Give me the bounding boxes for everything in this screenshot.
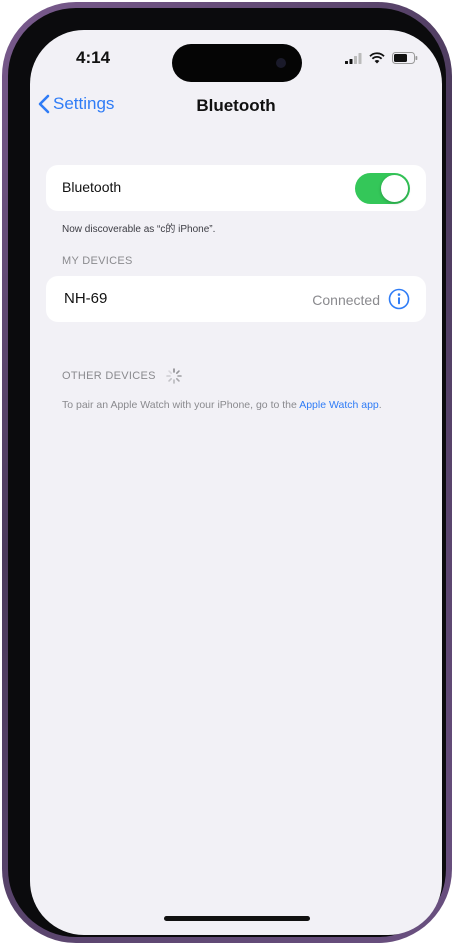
info-icon[interactable]	[388, 288, 410, 310]
bluetooth-label: Bluetooth	[62, 179, 122, 195]
home-indicator[interactable]	[164, 916, 310, 921]
back-button[interactable]: Settings	[38, 94, 114, 114]
my-devices-header: MY DEVICES	[62, 255, 133, 267]
battery-icon	[392, 52, 418, 64]
phone-frame: 4:14 Settings Bluetooth Bluetooth Now di…	[2, 2, 452, 943]
bluetooth-toggle[interactable]	[355, 173, 410, 204]
other-devices-label: OTHER DEVICES	[62, 370, 156, 382]
back-label: Settings	[53, 94, 115, 113]
pair-apple-watch-note: To pair an Apple Watch with your iPhone,…	[62, 398, 412, 412]
device-name: NH-69	[64, 290, 108, 307]
pair-note-period: .	[378, 399, 382, 411]
bluetooth-toggle-row: Bluetooth	[46, 165, 426, 211]
device-row[interactable]: NH-69 Connected	[46, 276, 426, 322]
screen: 4:14 Settings Bluetooth Bluetooth Now di…	[30, 30, 442, 935]
pair-note-text: To pair an Apple Watch with your iPhone,…	[62, 399, 300, 411]
dynamic-island	[172, 44, 302, 82]
camera-lens-icon	[276, 58, 286, 68]
other-devices-header: OTHER DEVICES	[62, 368, 182, 384]
chevron-left-icon	[38, 94, 50, 114]
loading-spinner-icon	[165, 368, 182, 384]
discoverable-text: Now discoverable as “c的 iPhone”.	[62, 224, 216, 235]
status-icons	[345, 52, 418, 64]
phone-bezel: 4:14 Settings Bluetooth Bluetooth Now di…	[8, 8, 446, 937]
status-time: 4:14	[76, 48, 111, 67]
wifi-icon	[369, 52, 385, 64]
toggle-knob	[381, 175, 408, 202]
device-status: Connected	[312, 292, 380, 308]
cellular-signal-icon	[345, 52, 362, 64]
apple-watch-app-link[interactable]: Apple Watch app	[299, 399, 379, 411]
